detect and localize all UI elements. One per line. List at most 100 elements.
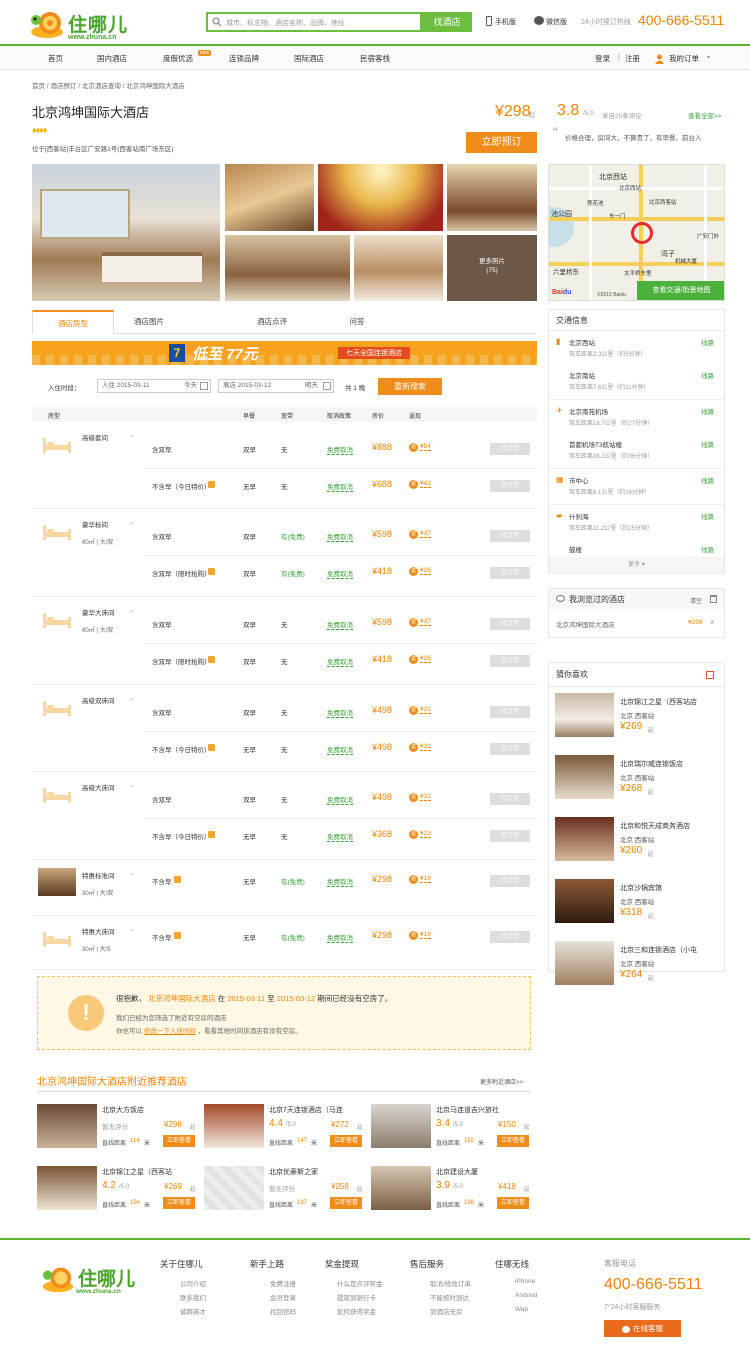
snail-logo-icon[interactable]: [30, 6, 64, 40]
recommend-hotel-name[interactable]: 北京三和连锁酒店（小屯: [620, 945, 723, 955]
remove-icon[interactable]: ×: [710, 618, 715, 627]
nearby-hotel-photo[interactable]: [204, 1166, 264, 1210]
nearby-hotel-name[interactable]: 北京大方饭店: [102, 1105, 144, 1115]
room-name[interactable]: 高级大床间: [82, 782, 115, 792]
nearby-hotel-photo[interactable]: [371, 1166, 431, 1210]
room-name[interactable]: 豪华标间: [82, 519, 108, 529]
footer-link[interactable]: 到酒店无房: [430, 1306, 463, 1316]
footer-link[interactable]: 联系我们: [180, 1292, 206, 1302]
route-link[interactable]: 线路: [701, 511, 714, 521]
hotel-main-photo[interactable]: [32, 164, 220, 301]
recommend-hotel-photo[interactable]: [555, 693, 614, 737]
sold-out-button[interactable]: 已订完: [490, 743, 530, 755]
cancel-policy[interactable]: 免费取消: [327, 831, 353, 842]
sold-out-button[interactable]: 已订完: [490, 567, 530, 579]
sold-out-button[interactable]: 已订完: [490, 618, 530, 630]
hotel-photo-room1[interactable]: [447, 164, 537, 231]
recommend-hotel-name[interactable]: 北京和悦天成商务酒店: [620, 821, 723, 831]
chevron-down-icon[interactable]: ⌄: [129, 607, 134, 614]
nav-home[interactable]: 首页: [48, 48, 63, 70]
chevron-down-icon[interactable]: ⌄: [129, 782, 134, 789]
cancel-policy[interactable]: 免费取消: [327, 876, 353, 887]
route-link[interactable]: 线路: [701, 439, 714, 449]
footer-link[interactable]: 取消/修改订单: [430, 1278, 471, 1288]
viewed-hotel-link[interactable]: 北京鸿坤国际大酒店: [556, 619, 615, 629]
footer-link[interactable]: Android: [515, 1292, 537, 1299]
cancel-policy[interactable]: 免费取消: [327, 619, 353, 630]
cancel-policy[interactable]: 免费取消: [327, 794, 353, 805]
hotel-photo-room2[interactable]: [225, 235, 350, 301]
login-link[interactable]: 登录: [595, 48, 610, 70]
view-hotel-button[interactable]: 立即查看: [497, 1197, 529, 1209]
route-link[interactable]: 线路: [701, 475, 714, 485]
view-hotel-button[interactable]: 立即查看: [330, 1135, 362, 1147]
tab-qa[interactable]: 问答: [332, 310, 382, 334]
sold-out-button[interactable]: 已订完: [490, 443, 530, 455]
chevron-down-icon[interactable]: ⌄: [129, 432, 134, 439]
promo-banner[interactable]: 7 低至 77元 七天全国连锁酒店: [32, 341, 537, 365]
route-link[interactable]: 线路: [701, 406, 714, 416]
recommend-hotel-photo[interactable]: [555, 879, 614, 923]
refresh-icon[interactable]: [706, 671, 714, 679]
nearby-hotel-name[interactable]: 北京马连道吉兴旅社: [436, 1105, 499, 1115]
crumb-home[interactable]: 首页: [32, 83, 45, 90]
view-hotel-button[interactable]: 立即查看: [330, 1197, 362, 1209]
sold-out-button[interactable]: 已订完: [490, 931, 530, 943]
crumb-city[interactable]: 北京酒店查询: [82, 83, 121, 90]
nav-domestic[interactable]: 国内酒店: [97, 48, 127, 70]
recommend-hotel-name[interactable]: 北京锦江之星（西客站店: [620, 697, 723, 707]
nearby-hotel-photo[interactable]: [371, 1104, 431, 1148]
wechat-link[interactable]: 微信版: [546, 17, 567, 27]
room-photo[interactable]: [38, 868, 76, 896]
hotel-photo-lobby[interactable]: [225, 164, 314, 231]
cancel-policy[interactable]: 免费取消: [327, 531, 353, 542]
footer-link[interactable]: 公司介绍: [180, 1278, 206, 1288]
sold-out-button[interactable]: 已订完: [490, 655, 530, 667]
footer-link[interactable]: 如何获得奖金: [337, 1306, 376, 1316]
nearby-hotel-name[interactable]: 北京7天连锁酒店（马连: [269, 1105, 343, 1115]
sold-out-button[interactable]: 已订完: [490, 830, 530, 842]
route-link[interactable]: 线路: [701, 544, 714, 554]
footer-link[interactable]: iPhone: [515, 1278, 535, 1285]
hotel-photo-room3[interactable]: [354, 235, 443, 301]
trash-icon[interactable]: [710, 595, 717, 603]
cancel-policy[interactable]: 免费取消: [327, 656, 353, 667]
checkin-input[interactable]: 入住 2015-03-11 今天: [97, 379, 211, 393]
more-photos-tile[interactable]: 更多照片 (75): [447, 235, 537, 301]
room-name[interactable]: 豪华大床间: [82, 607, 115, 617]
hotel-photo-hall[interactable]: [318, 164, 443, 231]
my-orders-link[interactable]: 我的订单: [669, 48, 699, 70]
nearby-hotel-photo[interactable]: [37, 1104, 97, 1148]
chevron-down-icon[interactable]: ⌄: [129, 870, 134, 877]
chevron-down-icon[interactable]: ⌄: [129, 926, 134, 933]
cancel-policy[interactable]: 免费取消: [327, 444, 353, 455]
footer-link[interactable]: Wap: [515, 1306, 528, 1313]
nav-chain[interactable]: 连锁品牌: [229, 48, 259, 70]
nearby-hotel-name[interactable]: 北京优豪斯之家: [269, 1167, 318, 1177]
nav-vacation[interactable]: 度假优选: [163, 48, 193, 70]
view-hotel-button[interactable]: 立即查看: [163, 1135, 195, 1147]
recommend-hotel-photo[interactable]: [555, 755, 614, 799]
cancel-policy[interactable]: 免费取消: [327, 707, 353, 718]
notice-hotel-link[interactable]: 北京鸿坤国际大酒店: [148, 994, 216, 1003]
footer-link[interactable]: 会员登录: [270, 1292, 296, 1302]
route-link[interactable]: 线路: [701, 337, 714, 347]
nav-international[interactable]: 国际酒店: [294, 48, 324, 70]
recommend-hotel-photo[interactable]: [555, 817, 614, 861]
nearby-hotel-name[interactable]: 北京建设大厦: [436, 1167, 478, 1177]
sold-out-button[interactable]: 已订完: [490, 793, 530, 805]
footer-link[interactable]: 免费注册: [270, 1278, 296, 1288]
hotel-map[interactable]: 北京西站 北京西站 池公园 莲花池 北京西客站 东一门 湾子 广安门外 六里桥东…: [548, 164, 725, 301]
cancel-policy[interactable]: 免费取消: [327, 481, 353, 492]
online-service-button[interactable]: 在线客服: [604, 1320, 681, 1337]
footer-link[interactable]: 诚聘英才: [180, 1306, 206, 1316]
view-all-reviews-link[interactable]: 查看全部>>: [688, 110, 722, 120]
recommend-hotel-name[interactable]: 北京沙锅宾馆: [620, 883, 723, 893]
view-map-button[interactable]: 查看交通/街景地图: [637, 281, 724, 300]
search-button[interactable]: 找酒店: [422, 12, 472, 32]
recommend-hotel-name[interactable]: 北京瑞尔威连锁饭店: [620, 759, 723, 769]
chevron-down-icon[interactable]: ⌄: [129, 519, 134, 526]
nearby-hotel-photo[interactable]: [204, 1104, 264, 1148]
more-nearby-link[interactable]: 更多附近酒店>>: [480, 1077, 523, 1086]
route-link[interactable]: 线路: [701, 370, 714, 380]
